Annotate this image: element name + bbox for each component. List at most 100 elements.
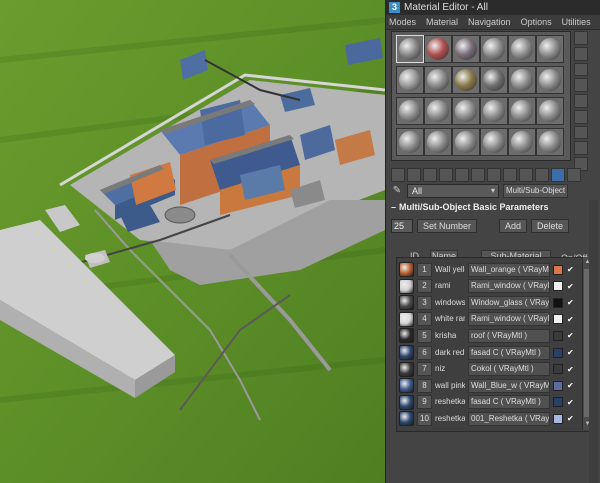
submaterial-name[interactable]: windows	[435, 297, 465, 309]
submaterial-sphere-icon[interactable]	[399, 394, 414, 410]
submaterial-name[interactable]: dark red	[435, 347, 465, 359]
submaterial-onoff-checkbox[interactable]: ✔	[567, 332, 574, 340]
submaterial-name[interactable]: white rami	[435, 313, 465, 325]
video-check-icon[interactable]	[574, 94, 588, 108]
sample-type-icon[interactable]	[574, 31, 588, 45]
submaterial-onoff-checkbox[interactable]: ✔	[567, 349, 574, 357]
submaterial-onoff-checkbox[interactable]: ✔	[567, 266, 574, 274]
submaterial-name[interactable]: krisha	[435, 330, 465, 342]
submaterial-id[interactable]: 10	[417, 411, 432, 426]
submaterial-row[interactable]: 8wall pinkWall_Blue_w ( VRayMtl ) ✔	[399, 378, 577, 394]
set-number-button[interactable]: Set Number	[417, 219, 478, 233]
material-name-dropdown[interactable]: All	[407, 184, 499, 198]
submaterial-color-swatch[interactable]	[553, 264, 563, 275]
delete-button[interactable]: Delete	[531, 219, 570, 233]
material-id-icon[interactable]	[503, 168, 517, 182]
submaterial-color-swatch[interactable]	[553, 330, 563, 341]
submaterial-button[interactable]: fasad C ( VRayMtl )	[468, 395, 550, 410]
submaterial-color-swatch[interactable]	[553, 297, 563, 308]
material-slot[interactable]	[424, 66, 452, 94]
menu-navigation[interactable]: Navigation	[468, 17, 511, 27]
submaterial-row[interactable]: 3windowsWindow_glass ( VRayMtl ) ✔	[399, 295, 577, 311]
material-slot[interactable]	[536, 35, 564, 63]
submaterial-name[interactable]: Wall yellow	[435, 264, 465, 276]
submaterial-button[interactable]: Cokol ( VRayMtl )	[468, 362, 550, 377]
title-bar[interactable]: 3 Material Editor - All	[386, 0, 600, 15]
eyedropper-icon[interactable]: ✎	[391, 185, 403, 197]
submaterial-id[interactable]: 8	[417, 378, 432, 393]
background-icon[interactable]	[574, 62, 588, 77]
submaterial-row[interactable]: 1Wall yellowWall_orange ( VRayMtl ) ✔	[399, 262, 577, 277]
material-slot[interactable]	[480, 97, 508, 125]
menu-material[interactable]: Material	[426, 17, 458, 27]
get-material-icon[interactable]	[391, 168, 405, 182]
reset-map-icon[interactable]	[439, 168, 453, 182]
menu-modes[interactable]: Modes	[389, 17, 416, 27]
material-slot[interactable]	[480, 35, 508, 63]
material-type-button[interactable]: Multi/Sub-Object	[503, 184, 569, 198]
material-slot[interactable]	[536, 128, 564, 156]
submaterial-id[interactable]: 6	[417, 345, 432, 360]
submaterial-sphere-icon[interactable]	[399, 295, 414, 311]
submaterial-color-swatch[interactable]	[553, 380, 563, 391]
submaterial-row[interactable]: 6 dark red fasad C ( VRayMtl ) ✔	[399, 345, 577, 360]
submaterial-sphere-icon[interactable]	[399, 361, 414, 377]
uv-tiling-icon[interactable]	[574, 78, 588, 93]
material-slot[interactable]	[480, 66, 508, 94]
material-slot[interactable]	[452, 97, 480, 125]
submaterial-onoff-checkbox[interactable]: ✔	[567, 315, 574, 323]
backlight-icon[interactable]	[574, 46, 588, 61]
submaterial-onoff-checkbox[interactable]: ✔	[567, 365, 574, 373]
go-to-parent-icon[interactable]	[551, 168, 565, 182]
show-end-result-icon[interactable]	[535, 168, 549, 182]
material-slot[interactable]	[508, 66, 536, 94]
material-slot[interactable]	[452, 128, 480, 156]
material-slot[interactable]	[508, 97, 536, 125]
copy-material-icon[interactable]	[455, 168, 469, 182]
submaterial-id[interactable]: 2	[417, 279, 432, 294]
material-slot[interactable]	[396, 97, 424, 125]
submaterial-color-swatch[interactable]	[553, 281, 563, 292]
submaterial-sphere-icon[interactable]	[399, 378, 414, 394]
submaterial-name[interactable]: niz	[435, 363, 465, 375]
submaterial-sphere-icon[interactable]	[399, 262, 414, 277]
submaterial-button[interactable]: roof ( VRayMtl )	[468, 328, 550, 343]
submaterial-id[interactable]: 5	[417, 328, 432, 343]
show-map-icon[interactable]	[519, 168, 533, 182]
submaterial-onoff-checkbox[interactable]: ✔	[567, 398, 574, 406]
submaterial-row[interactable]: 4white ramiRami_window ( VRayMtl ) ✔	[399, 311, 577, 327]
select-by-material-icon[interactable]	[574, 141, 588, 156]
submaterial-name[interactable]: reshetka w	[435, 413, 465, 425]
material-slot[interactable]	[536, 66, 564, 94]
menu-utilities[interactable]: Utilities	[562, 17, 591, 27]
material-slot[interactable]	[396, 35, 424, 63]
material-slot[interactable]	[508, 35, 536, 63]
material-slot[interactable]	[452, 35, 480, 63]
put-to-library-icon[interactable]	[487, 168, 501, 182]
submaterial-sphere-icon[interactable]	[399, 345, 414, 360]
material-slot[interactable]	[424, 35, 452, 63]
submaterial-button[interactable]: Wall_Blue_w ( VRayMtl )	[468, 378, 550, 393]
material-slot[interactable]	[424, 128, 452, 156]
submaterial-button[interactable]: Wall_orange ( VRayMtl )	[468, 262, 550, 277]
submaterial-name[interactable]: rami	[435, 280, 465, 292]
submaterial-row[interactable]: 7 niz Cokol ( VRayMtl ) ✔	[399, 361, 577, 377]
material-slot[interactable]	[424, 97, 452, 125]
submaterial-name[interactable]: wall pink	[435, 380, 465, 392]
editor-scrollbar[interactable]	[589, 200, 598, 483]
material-slot[interactable]	[396, 128, 424, 156]
material-slot[interactable]	[396, 66, 424, 94]
go-forward-icon[interactable]	[567, 168, 581, 182]
submaterial-color-swatch[interactable]	[553, 413, 563, 424]
submaterial-name[interactable]: reshetka r	[435, 396, 465, 408]
material-slot[interactable]	[452, 66, 480, 94]
submaterial-row[interactable]: 10reshetka w001_Reshetka ( VRayMtl ) ✔	[399, 411, 577, 427]
submaterial-color-swatch[interactable]	[553, 314, 563, 325]
submaterial-button[interactable]: Rami_window ( VRayMtl )	[468, 312, 550, 327]
submaterial-row[interactable]: 2ramiRami_window ( VRayMtl ) ✔	[399, 278, 577, 294]
submaterial-button[interactable]: 001_Reshetka ( VRayMtl )	[468, 411, 550, 426]
submaterial-sphere-icon[interactable]	[399, 411, 414, 427]
rollout-header[interactable]: – Multi/Sub-Object Basic Parameters	[391, 201, 598, 213]
3d-viewport[interactable]	[0, 0, 385, 483]
make-unique-icon[interactable]	[471, 168, 485, 182]
